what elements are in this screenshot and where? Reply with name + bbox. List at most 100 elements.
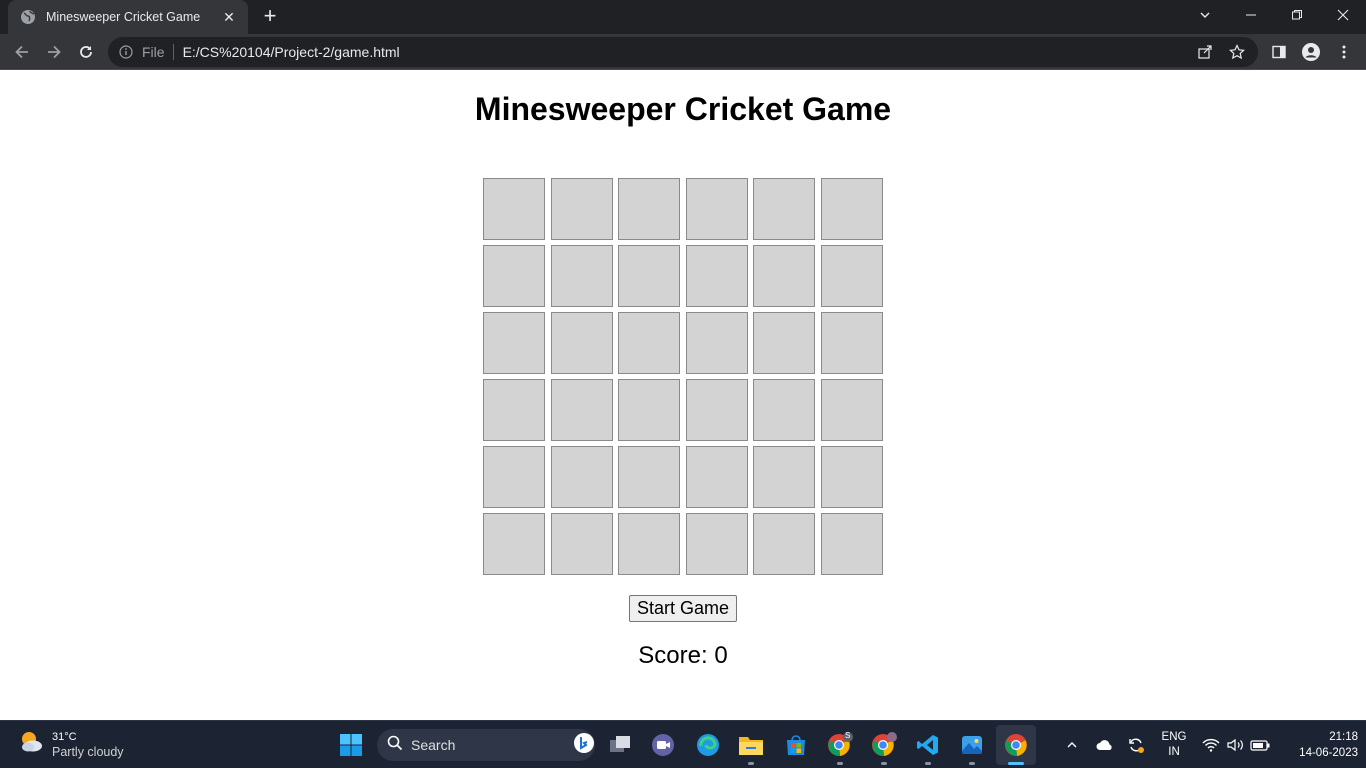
grid-cell[interactable] xyxy=(550,312,613,374)
grid-cell[interactable] xyxy=(820,178,883,240)
grid-cell[interactable] xyxy=(618,379,681,441)
grid-cell[interactable] xyxy=(685,245,748,307)
running-indicator xyxy=(837,762,843,765)
weather-temperature: 31°C xyxy=(52,730,77,743)
grid-cell[interactable] xyxy=(820,245,883,307)
grid-cell[interactable] xyxy=(820,513,883,575)
grid-cell[interactable] xyxy=(685,446,748,508)
grid-cell[interactable] xyxy=(550,245,613,307)
grid-cell[interactable] xyxy=(820,446,883,508)
grid-cell[interactable] xyxy=(483,379,545,441)
url-text[interactable]: E:/CS%20104/Project-2/game.html xyxy=(183,44,1194,60)
url-scheme-label: File xyxy=(142,44,165,60)
battery-icon[interactable] xyxy=(1249,721,1271,769)
grid-cell[interactable] xyxy=(753,446,816,508)
chevron-up-icon[interactable] xyxy=(1062,721,1082,769)
system-clock[interactable]: 21:18 14-06-2023 xyxy=(1278,729,1358,761)
restore-button[interactable] xyxy=(1274,0,1320,30)
chrome-active-icon[interactable] xyxy=(996,725,1036,765)
task-view-icon[interactable] xyxy=(604,729,636,761)
menu-kebab-icon[interactable] xyxy=(1333,41,1355,63)
grid-cell[interactable] xyxy=(483,178,545,240)
tab-close-icon[interactable]: ✕ xyxy=(220,9,238,26)
grid-cell[interactable] xyxy=(685,513,748,575)
grid-cell[interactable] xyxy=(820,312,883,374)
vscode-icon[interactable] xyxy=(912,729,944,765)
grid-cell[interactable] xyxy=(550,513,613,575)
grid-cell[interactable] xyxy=(483,245,545,307)
grid-cell[interactable] xyxy=(618,446,681,508)
side-panel-icon[interactable] xyxy=(1268,41,1290,63)
browser-toolbar: File E:/CS%20104/Project-2/game.html xyxy=(0,34,1366,70)
active-indicator xyxy=(1008,762,1024,765)
grid-cell[interactable] xyxy=(753,513,816,575)
grid-cell[interactable] xyxy=(820,379,883,441)
bookmark-star-icon[interactable] xyxy=(1226,41,1248,63)
bing-icon[interactable] xyxy=(573,732,595,759)
grid-cell[interactable] xyxy=(618,513,681,575)
grid-cell[interactable] xyxy=(685,312,748,374)
microsoft-store-icon[interactable] xyxy=(780,729,812,761)
grid-cell[interactable] xyxy=(483,513,545,575)
wifi-icon[interactable] xyxy=(1201,721,1221,769)
edge-browser-icon[interactable] xyxy=(692,729,724,761)
start-game-button[interactable]: Start Game xyxy=(629,595,737,622)
sync-update-icon[interactable] xyxy=(1125,721,1147,769)
running-indicator xyxy=(925,762,931,765)
grid-cell[interactable] xyxy=(618,312,681,374)
grid-cell[interactable] xyxy=(483,312,545,374)
forward-button[interactable] xyxy=(40,38,68,66)
grid-cell[interactable] xyxy=(753,245,816,307)
running-indicator xyxy=(881,762,887,765)
reload-button[interactable] xyxy=(72,38,100,66)
language-indicator[interactable]: ENG IN xyxy=(1156,721,1192,769)
clock-time: 21:18 xyxy=(1329,731,1358,743)
close-window-button[interactable] xyxy=(1320,0,1366,30)
file-explorer-icon[interactable] xyxy=(735,729,767,765)
windows-start-icon[interactable] xyxy=(335,729,367,761)
url-separator xyxy=(172,44,174,60)
grid-cell[interactable] xyxy=(685,379,748,441)
language-code: ENG xyxy=(1161,731,1187,743)
partly-cloudy-icon xyxy=(18,729,44,760)
score-display: Score: 0 xyxy=(638,642,728,669)
grid-cell[interactable] xyxy=(753,312,816,374)
new-tab-button[interactable]: + xyxy=(258,5,282,28)
grid-cell[interactable] xyxy=(550,446,613,508)
teams-chat-icon[interactable] xyxy=(647,729,679,761)
back-button[interactable] xyxy=(8,38,36,66)
onedrive-cloud-icon[interactable] xyxy=(1094,721,1116,769)
clock-date: 14-06-2023 xyxy=(1299,747,1358,759)
profile-badge: S xyxy=(845,731,851,740)
share-icon[interactable] xyxy=(1194,41,1216,63)
tab-search-icon[interactable] xyxy=(1182,0,1228,30)
grid-cell[interactable] xyxy=(550,379,613,441)
profile-avatar-icon[interactable] xyxy=(1300,41,1322,63)
grid-cell[interactable] xyxy=(483,446,545,508)
chrome-profile-s-icon[interactable]: S xyxy=(824,729,856,765)
minesweeper-grid xyxy=(483,178,883,575)
globe-icon xyxy=(20,9,36,25)
region-code: IN xyxy=(1168,746,1180,758)
web-page: Minesweeper Cricket Game Start Game Scor… xyxy=(0,71,1366,720)
weather-widget[interactable]: 31°C Partly cloudy xyxy=(18,729,124,760)
minimize-button[interactable] xyxy=(1228,0,1274,30)
windows-taskbar: 31°C Partly cloudy Search S ENG IN 21:18… xyxy=(0,720,1366,768)
grid-cell[interactable] xyxy=(618,245,681,307)
search-icon xyxy=(387,735,403,756)
address-bar[interactable]: File E:/CS%20104/Project-2/game.html xyxy=(108,37,1258,67)
info-icon[interactable] xyxy=(118,44,134,60)
grid-cell[interactable] xyxy=(753,178,816,240)
grid-cell[interactable] xyxy=(685,178,748,240)
browser-tab[interactable]: Minesweeper Cricket Game ✕ xyxy=(8,0,248,34)
weather-condition: Partly cloudy xyxy=(52,744,124,759)
browser-tab-strip: Minesweeper Cricket Game ✕ + xyxy=(0,0,1366,34)
grid-cell[interactable] xyxy=(753,379,816,441)
photos-icon[interactable] xyxy=(956,729,988,765)
chrome-profile-icon[interactable] xyxy=(868,729,900,765)
grid-cell[interactable] xyxy=(550,178,613,240)
volume-icon[interactable] xyxy=(1225,721,1247,769)
grid-cell[interactable] xyxy=(618,178,681,240)
taskbar-search-box[interactable]: Search xyxy=(377,729,595,761)
tab-title: Minesweeper Cricket Game xyxy=(46,10,201,24)
